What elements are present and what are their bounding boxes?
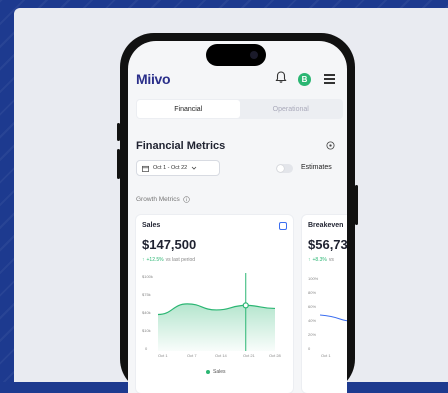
tab-financial[interactable]: Financial [137,100,240,118]
y-tick: 80% [308,290,317,295]
card-value: $147,500 [142,237,197,252]
estimates-toggle[interactable] [276,164,293,173]
phone-frame: Miivo B Financial Operational Financial … [117,33,358,393]
estimates-label: Estimates [301,164,332,171]
card-value: $56,73 [308,237,347,252]
x-tick: Oct 14 [215,353,227,358]
change-value: +12.5% [146,257,164,263]
expand-icon[interactable] [279,222,287,230]
y-tick: 60% [308,304,317,309]
sales-metric-card[interactable]: Sales $147,500 ↑ +12.5% vs last period $… [136,215,293,393]
volume-button [117,123,120,141]
growth-metrics-label: Growth Metrics [136,196,180,203]
x-tick: Oct 28 [269,353,281,358]
sales-data-point[interactable] [242,302,249,309]
legend-swatch [206,370,210,374]
x-tick: Oct 7 [187,353,197,358]
view-tabs: Financial Operational [136,99,343,119]
power-button [355,185,358,225]
y-tick: $40k [142,310,151,315]
y-tick: $75k [142,292,151,297]
info-icon[interactable] [183,196,190,203]
change-note: vs [328,257,334,263]
y-tick: 0 [145,346,148,351]
x-tick: Oct 1 [158,353,168,358]
y-tick: 20% [308,332,317,337]
y-tick: $100k [142,274,153,279]
app-header: Miivo B [128,65,347,95]
tab-operational[interactable]: Operational [240,100,343,118]
target-icon[interactable] [326,141,335,150]
change-note: vs last period [165,257,196,263]
legend-label: Sales [213,369,226,375]
app-logo[interactable]: Miivo [136,71,171,87]
x-tick: Oct 1 [321,353,331,358]
arrow-up-icon: ↑ [142,257,145,263]
change-indicator: ↑ +8.3% vs [308,257,334,263]
y-tick: 0 [308,346,311,351]
sales-area-chart[interactable] [158,273,283,351]
y-tick: 100% [308,276,319,281]
x-tick: Oct 21 [243,353,255,358]
change-value: +8.3% [312,257,327,263]
arrow-up-icon: ↑ [308,257,311,263]
y-tick: 40% [308,318,317,323]
phone-screen: Miivo B Financial Operational Financial … [128,41,347,393]
calendar-icon [142,165,149,172]
avatar[interactable]: B [298,73,311,86]
chart-legend: Sales [206,369,226,375]
volume-button [117,149,120,179]
y-tick: $10k [142,328,151,333]
card-title: Sales [142,222,161,229]
page-title: Financial Metrics [136,140,226,152]
dynamic-island [206,44,266,66]
date-range-picker[interactable]: Oct 1 - Oct 22 [136,160,220,176]
card-title: Breakeven [308,222,344,229]
date-range-label: Oct 1 - Oct 22 [153,165,188,171]
bell-icon[interactable] [274,70,288,84]
breakeven-line-chart [320,314,347,322]
growth-metrics-heading: Growth Metrics [136,196,190,203]
breakeven-metric-card[interactable]: Breakeven $56,73 ↑ +8.3% vs 100% 80% 60%… [302,215,347,393]
chevron-down-icon [191,166,197,170]
sales-area-fill [158,303,275,351]
menu-icon[interactable] [324,74,335,84]
change-indicator: ↑ +12.5% vs last period [142,257,195,263]
